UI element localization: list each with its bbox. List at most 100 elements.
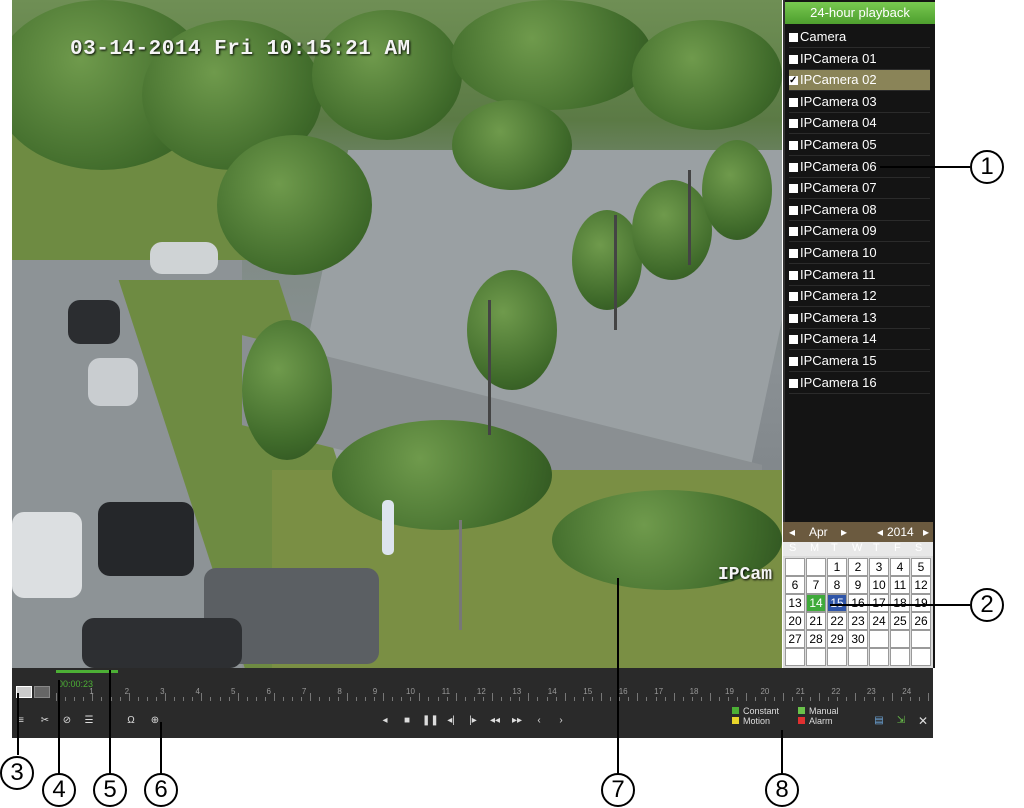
calendar-day[interactable]: 22 xyxy=(827,612,847,630)
camera-item[interactable]: IPCamera 08 xyxy=(789,200,930,221)
calendar-day[interactable]: 13 xyxy=(785,594,805,612)
calendar-day xyxy=(911,630,931,648)
calendar-day[interactable]: 20 xyxy=(785,612,805,630)
stop-icon[interactable]: ■ xyxy=(400,714,414,728)
next-year-icon[interactable]: ▸ xyxy=(923,522,929,542)
calendar-day[interactable]: 1 xyxy=(827,558,847,576)
calendar-day[interactable]: 7 xyxy=(806,576,826,594)
calendar-day[interactable]: 6 xyxy=(785,576,805,594)
calendar-day[interactable]: 24 xyxy=(869,612,889,630)
calendar-day[interactable]: 16 xyxy=(848,594,868,612)
reverse-play-icon[interactable]: ◂ xyxy=(378,714,392,728)
calendar-day[interactable]: 3 xyxy=(869,558,889,576)
next-icon[interactable]: › xyxy=(554,714,568,728)
split-view-4-icon[interactable] xyxy=(34,686,50,698)
timeline-tick xyxy=(328,697,330,701)
calendar-day[interactable]: 30 xyxy=(848,630,868,648)
timeline-tick xyxy=(364,697,366,701)
calendar-day[interactable]: 5 xyxy=(911,558,931,576)
calendar-day[interactable]: 23 xyxy=(848,612,868,630)
checkbox-icon[interactable] xyxy=(789,97,798,107)
step-forward-icon[interactable]: |▸ xyxy=(466,714,480,728)
checkbox-icon[interactable] xyxy=(789,335,798,345)
timeline-tick xyxy=(437,697,439,701)
calendar-day[interactable]: 2 xyxy=(848,558,868,576)
legend-item: Manual xyxy=(798,706,839,716)
calendar-day[interactable]: 21 xyxy=(806,612,826,630)
camera-item[interactable]: IPCamera 15 xyxy=(789,351,930,372)
clip-icon[interactable]: ✂ xyxy=(38,714,52,728)
checkbox-icon[interactable] xyxy=(789,162,798,172)
calendar-day[interactable]: 25 xyxy=(890,612,910,630)
checkbox-icon[interactable] xyxy=(789,313,798,323)
calendar-day[interactable]: 28 xyxy=(806,630,826,648)
timeline-tick xyxy=(183,697,185,701)
close-icon[interactable]: ✕ xyxy=(916,714,930,728)
calendar-day[interactable]: 17 xyxy=(869,594,889,612)
next-month-icon[interactable]: ▸ xyxy=(841,522,847,542)
video-playback-area[interactable]: 03-14-2014 Fri 10:15:21 AM IPCam xyxy=(12,0,782,668)
fast-forward-icon[interactable]: ▸▸ xyxy=(510,714,524,728)
camera-item[interactable]: IPCamera 05 xyxy=(789,135,930,156)
checkbox-icon[interactable] xyxy=(789,227,798,237)
calendar-day[interactable]: 27 xyxy=(785,630,805,648)
timeline-tick xyxy=(664,697,666,701)
timeline[interactable]: 1 2 3 4 5 6 7 8 9 10 11 12 13 14 15 16 17 18 19 20 21 22 23 24 xyxy=(56,687,929,703)
checkbox-icon[interactable] xyxy=(789,33,798,42)
checkbox-icon[interactable] xyxy=(789,292,798,302)
checkbox-icon[interactable] xyxy=(789,357,798,366)
tree xyxy=(632,180,712,280)
prev-year-icon[interactable]: ◂ xyxy=(877,522,883,542)
calendar-day[interactable]: 29 xyxy=(827,630,847,648)
camera-select-all[interactable]: Camera xyxy=(789,27,930,48)
camera-item[interactable]: IPCamera 13 xyxy=(789,308,930,329)
rewind-icon[interactable]: ◂◂ xyxy=(488,714,502,728)
checkbox-icon[interactable] xyxy=(789,378,798,388)
checkbox-checked-icon[interactable] xyxy=(789,71,798,91)
timeline-tick xyxy=(746,693,748,701)
camera-item[interactable]: IPCamera 16 xyxy=(789,373,930,394)
checkbox-icon[interactable] xyxy=(789,119,798,129)
checkbox-icon[interactable] xyxy=(789,141,798,150)
timeline-tick xyxy=(564,693,566,701)
checkbox-icon[interactable] xyxy=(789,249,798,258)
camera-label: IPCamera 02 xyxy=(800,72,877,88)
camera-item[interactable]: IPCamera 03 xyxy=(789,92,930,113)
camera-item[interactable]: IPCamera 09 xyxy=(789,221,930,243)
calendar-day[interactable]: 11 xyxy=(890,576,910,594)
camera-label: IPCamera 14 xyxy=(800,331,877,347)
checkbox-icon[interactable] xyxy=(789,54,798,64)
calendar-day[interactable]: 15 xyxy=(827,594,847,612)
timeline-tick xyxy=(165,693,166,701)
checkbox-icon[interactable] xyxy=(789,205,798,215)
camera-item[interactable]: IPCamera 12 xyxy=(789,286,930,308)
camera-item[interactable]: IPCamera 10 xyxy=(789,243,930,264)
camera-item[interactable]: IPCamera 07 xyxy=(789,178,930,200)
camera-item[interactable]: IPCamera 02 xyxy=(789,70,930,92)
step-back-icon[interactable]: ◂| xyxy=(444,714,458,728)
camera-item[interactable]: IPCamera 11 xyxy=(789,265,930,286)
checkbox-icon[interactable] xyxy=(789,184,798,194)
timeline-tick xyxy=(510,697,512,701)
pause-icon[interactable]: ❚❚ xyxy=(422,714,439,728)
camera-item[interactable]: IPCamera 01 xyxy=(789,49,930,70)
archive-icon[interactable]: ▤ xyxy=(872,714,886,728)
tag-list-icon[interactable]: ☰ xyxy=(82,714,96,728)
calendar-day[interactable]: 10 xyxy=(869,576,889,594)
calendar-day[interactable]: 26 xyxy=(911,612,931,630)
search-icon[interactable]: Ω xyxy=(124,714,138,728)
checkbox-icon[interactable] xyxy=(789,270,798,280)
calendar-day[interactable]: 8 xyxy=(827,576,847,594)
camera-item[interactable]: IPCamera 14 xyxy=(789,329,930,351)
calendar-day[interactable]: 19 xyxy=(911,594,931,612)
calendar-day[interactable]: 9 xyxy=(848,576,868,594)
calendar-day[interactable]: 12 xyxy=(911,576,931,594)
tag-icon[interactable]: ⊘ xyxy=(60,714,74,728)
previous-icon[interactable]: ‹ xyxy=(532,714,546,728)
camera-item[interactable]: IPCamera 04 xyxy=(789,113,930,135)
calendar-day[interactable]: 14 xyxy=(806,594,826,612)
calendar-day[interactable]: 4 xyxy=(890,558,910,576)
export-icon[interactable]: ⇲ xyxy=(894,714,908,728)
calendar-day[interactable]: 18 xyxy=(890,594,910,612)
prev-month-icon[interactable]: ◂ xyxy=(789,522,795,542)
